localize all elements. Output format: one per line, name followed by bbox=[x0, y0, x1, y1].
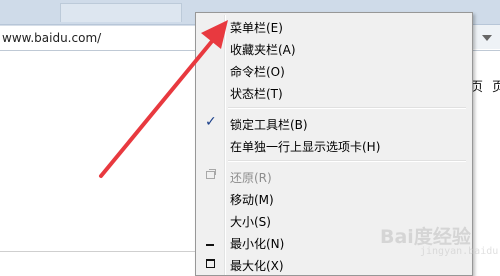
address-dropdown-button[interactable] bbox=[472, 25, 500, 49]
menu-item-lock-toolbars[interactable]: ✓ 锁定工具栏(B) bbox=[198, 112, 470, 134]
page-divider bbox=[0, 251, 200, 252]
menu-item-label: 锁定工具栏(B) bbox=[230, 118, 308, 132]
menu-item-restore: 还原(R) bbox=[198, 165, 470, 187]
address-url: www.baidu.com/ bbox=[2, 31, 102, 45]
browser-tab[interactable] bbox=[60, 3, 182, 22]
menu-item-menu-bar[interactable]: 菜单栏(E) bbox=[198, 15, 470, 37]
menu-item-label: 还原(R) bbox=[230, 171, 272, 185]
menu-item-tabs-separate-row[interactable]: 在单独一行上显示选项卡(H) bbox=[198, 134, 470, 156]
menu-item-command-bar[interactable]: 命令栏(O) bbox=[198, 59, 470, 81]
menu-item-label: 命令栏(O) bbox=[230, 65, 285, 79]
menu-item-move[interactable]: 移动(M) bbox=[198, 187, 470, 209]
menu-item-label: 移动(M) bbox=[230, 193, 274, 207]
menu-separator bbox=[228, 107, 466, 109]
menu-item-status-bar[interactable]: 状态栏(T) bbox=[198, 81, 470, 103]
menu-item-label: 在单独一行上显示选项卡(H) bbox=[230, 140, 381, 154]
page-glyph: 页 bbox=[492, 80, 500, 95]
menu-item-favorites-bar[interactable]: 收藏夹栏(A) bbox=[198, 37, 470, 59]
minimize-icon bbox=[206, 244, 214, 246]
menu-item-label: 菜单栏(E) bbox=[230, 21, 283, 35]
menu-item-label: 最小化(N) bbox=[230, 237, 285, 251]
menu-item-label: 状态栏(T) bbox=[230, 87, 283, 101]
menu-item-label: 收藏夹栏(A) bbox=[230, 43, 296, 57]
watermark-text: Bai度经验 bbox=[380, 226, 471, 248]
maximize-icon bbox=[206, 259, 215, 268]
baidu-jingyan-watermark: Bai度经验 jingyan.baidu.com bbox=[380, 222, 500, 266]
watermark-subtext: jingyan.baidu.com bbox=[420, 246, 500, 257]
menu-separator bbox=[228, 160, 466, 162]
checkmark-icon: ✓ bbox=[205, 114, 217, 130]
menu-item-label: 大小(S) bbox=[230, 215, 271, 229]
menu-item-label: 最大化(X) bbox=[230, 259, 284, 273]
restore-icon bbox=[206, 169, 216, 179]
